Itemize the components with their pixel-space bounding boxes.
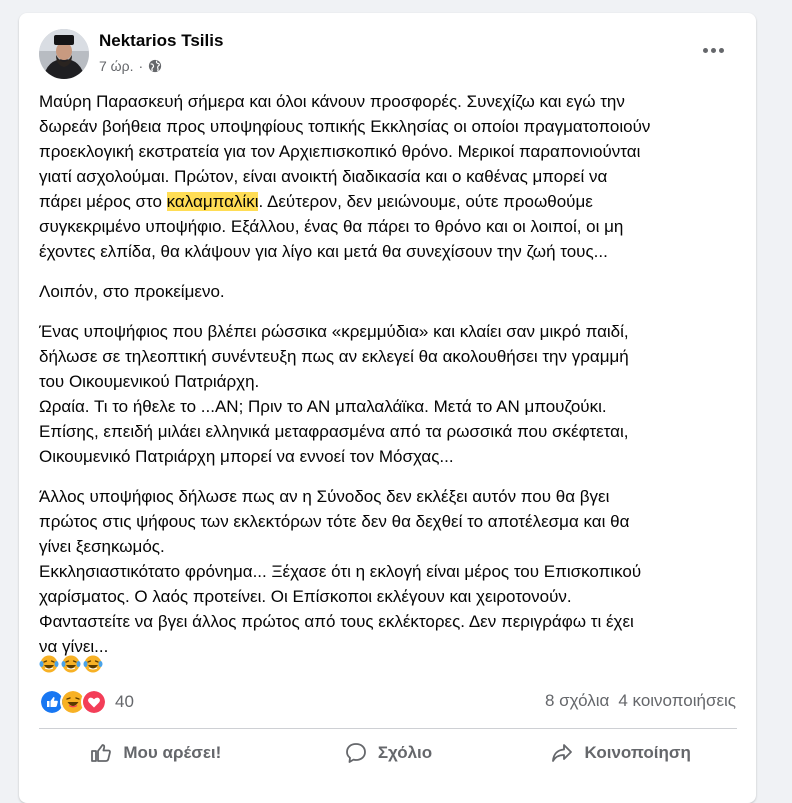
text-line: του Οικουμενικού Πατριάρχη.: [39, 372, 260, 391]
text-segment: . Δεύτερον, δεν μειώνουμε, ούτε προωθούμ…: [258, 192, 593, 211]
laughing-tears-emoji: [83, 655, 103, 673]
actions-divider: [39, 728, 737, 729]
meta-separator: ·: [138, 58, 144, 74]
post-time[interactable]: 7 ώρ.: [99, 58, 133, 74]
comment-button[interactable]: Σχόλιο: [272, 733, 505, 773]
text-line: Επίσης, επειδή μιλάει ελληνικά μεταφρασμ…: [39, 422, 629, 441]
laughing-tears-emoji: [39, 655, 59, 673]
text-line: να γίνει...: [39, 637, 109, 656]
paragraph-1: Μαύρη Παρασκευή σήμερα και όλοι κάνουν π…: [39, 89, 739, 264]
text-segment: πάρει μέρος στο: [39, 192, 167, 211]
paragraph-2: Λοιπόν, στο προκείμενο.: [39, 279, 739, 304]
text-line: πάρει μέρος στο καλαμπαλίκι. Δεύτερον, δ…: [39, 189, 739, 214]
text-line: χαρίσματος. Ο λαός προτείνει. Οι Επίσκοπ…: [39, 587, 572, 606]
text-line: Εκκλησιαστικότατο φρόνημα... Ξέχασε ότι …: [39, 562, 642, 581]
text-line: Οικουμενικό Πατριάρχη μπορεί να εννοεί τ…: [39, 447, 454, 466]
comments-count[interactable]: 8 σχόλια: [545, 691, 609, 711]
share-icon: [552, 744, 573, 762]
text-line: Άλλος υποψήφιος δήλωσε πως αν η Σύνοδος …: [39, 487, 610, 506]
paragraph-4: Άλλος υποψήφιος δήλωσε πως αν η Σύνοδος …: [39, 484, 739, 659]
text-line: γίνει ξεσηκωμός.: [39, 537, 165, 556]
text-line: έχοντες ελπίδα, θα κλάψουν για λίγο και …: [39, 242, 608, 261]
like-label: Μου αρέσει!: [123, 743, 222, 762]
love-reaction-icon: [81, 689, 107, 715]
author-name[interactable]: Nektarios Tsilis: [99, 31, 223, 51]
globe-icon[interactable]: [148, 59, 162, 73]
comment-icon: [345, 743, 366, 763]
text-line: γιατί ασχολούμαι. Πρώτον, είναι ανοικτή …: [39, 167, 608, 186]
laughing-tears-emoji: [61, 655, 81, 673]
text-line: προεκλογική εκστρατεία για τον Αρχιεπισκ…: [39, 142, 641, 161]
comment-label: Σχόλιο: [377, 743, 433, 762]
text-line: συγκεκριμένο υποψήφιο. Εξάλλου, ένας θα …: [39, 217, 624, 236]
reaction-summary[interactable]: 40: [39, 689, 134, 715]
text-line: Μαύρη Παρασκευή σήμερα και όλοι κάνουν π…: [39, 92, 625, 111]
like-button[interactable]: Μου αρέσει!: [39, 733, 272, 773]
emoji-row: [39, 654, 103, 674]
text-line: Φανταστείτε να βγει άλλος πρώτος από του…: [39, 612, 634, 631]
text-line: Λοιπόν, στο προκείμενο.: [39, 282, 225, 301]
share-label: Κοινοποίηση: [584, 743, 691, 762]
post-meta: 7 ώρ. ·: [99, 58, 162, 74]
post-text: Μαύρη Παρασκευή σήμερα και όλοι κάνουν π…: [39, 89, 739, 674]
text-line: Ωραία. Τι το ήθελε το ...ΑΝ; Πριν το ΑΝ …: [39, 397, 607, 416]
shares-count[interactable]: 4 κοινοποιήσεις: [618, 691, 736, 711]
more-options-icon[interactable]: [695, 36, 731, 64]
author-avatar[interactable]: [39, 29, 89, 79]
text-line: πρώτος στις ψήφους των εκλεκτόρων τότε δ…: [39, 512, 630, 531]
text-line: Ένας υποψήφιος που βλέπει ρώσσικα «κρεμμ…: [39, 322, 629, 341]
reaction-count[interactable]: 40: [115, 692, 134, 712]
engagement-counts: 8 σχόλια 4 κοινοποιήσεις: [545, 691, 736, 711]
paragraph-3: Ένας υποψήφιος που βλέπει ρώσσικα «κρεμμ…: [39, 319, 739, 469]
text-line: δωρεάν βοήθεια προς υποψηφίους τοπικής Ε…: [39, 117, 651, 136]
text-line: δήλωσε σε τηλεοπτική συνέντευξη πως αν ε…: [39, 347, 629, 366]
thumbs-up-icon: [91, 744, 112, 762]
share-button[interactable]: Κοινοποίηση: [504, 733, 737, 773]
post-card: Nektarios Tsilis 7 ώρ. · Μαύρη Παρασκευή…: [19, 13, 756, 803]
post-actions: Μου αρέσει! Σχόλιο Κοινοποίηση: [39, 733, 737, 773]
highlighted-word: καλαμπαλίκι: [166, 192, 259, 211]
